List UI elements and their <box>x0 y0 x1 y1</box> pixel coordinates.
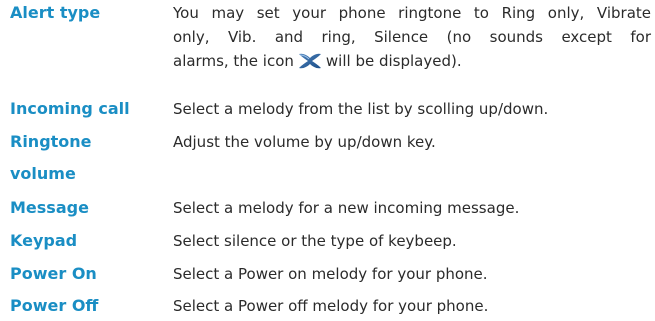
desc-alert-type-line-3-end: will be displayed). <box>325 52 462 70</box>
term-power-on: Power On <box>10 264 97 283</box>
desc-ringtone-volume-line: Adjust the volume by up/down key. <box>173 133 436 151</box>
desc-alert-type-line-3: alarms, the icon will be displayed). <box>173 49 651 73</box>
desc-keypad-line: Select silence or the type of keybeep. <box>173 232 457 250</box>
term-message: Message <box>10 198 89 217</box>
desc-incoming-call-line: Select a melody from the list by scollin… <box>173 100 549 118</box>
desc-power-on-line: Select a Power on melody for your phone. <box>173 265 488 283</box>
term-ringtone-volume-line-2: volume <box>10 164 76 183</box>
desc-message-line: Select a melody for a new incoming messa… <box>173 199 520 217</box>
desc-alert-type-line-2: only, Vib. and ring, Silence (no sounds … <box>173 28 651 46</box>
term-keypad: Keypad <box>10 231 78 250</box>
settings-definition-list: Alert type You may set your phone ringto… <box>0 0 655 321</box>
term-incoming-call: Incoming call <box>10 99 130 118</box>
desc-alert-type-line-1: You may set your phone ringtone to Ring … <box>173 4 651 22</box>
desc-power-off-line: Select a Power off melody for your phone… <box>173 297 489 315</box>
desc-alert-type: You may set your phone ringtone to Ring … <box>173 1 651 73</box>
desc-power-on: Select a Power on melody for your phone. <box>173 262 651 286</box>
term-power-off: Power Off <box>10 296 99 315</box>
term-ringtone-volume-line-1: Ringtone <box>10 132 92 151</box>
desc-ringtone-volume: Adjust the volume by up/down key. <box>173 130 651 154</box>
desc-incoming-call: Select a melody from the list by scollin… <box>173 97 651 121</box>
term-ringtone-volume: Ringtone volume <box>10 130 160 186</box>
desc-keypad: Select silence or the type of keybeep. <box>173 229 651 253</box>
silent-mode-icon <box>297 52 323 70</box>
desc-power-off: Select a Power off melody for your phone… <box>173 294 651 318</box>
desc-message: Select a melody for a new incoming messa… <box>173 196 651 220</box>
term-alert-type: Alert type <box>10 3 101 22</box>
desc-alert-type-line-3-start: alarms, the icon <box>173 52 294 70</box>
